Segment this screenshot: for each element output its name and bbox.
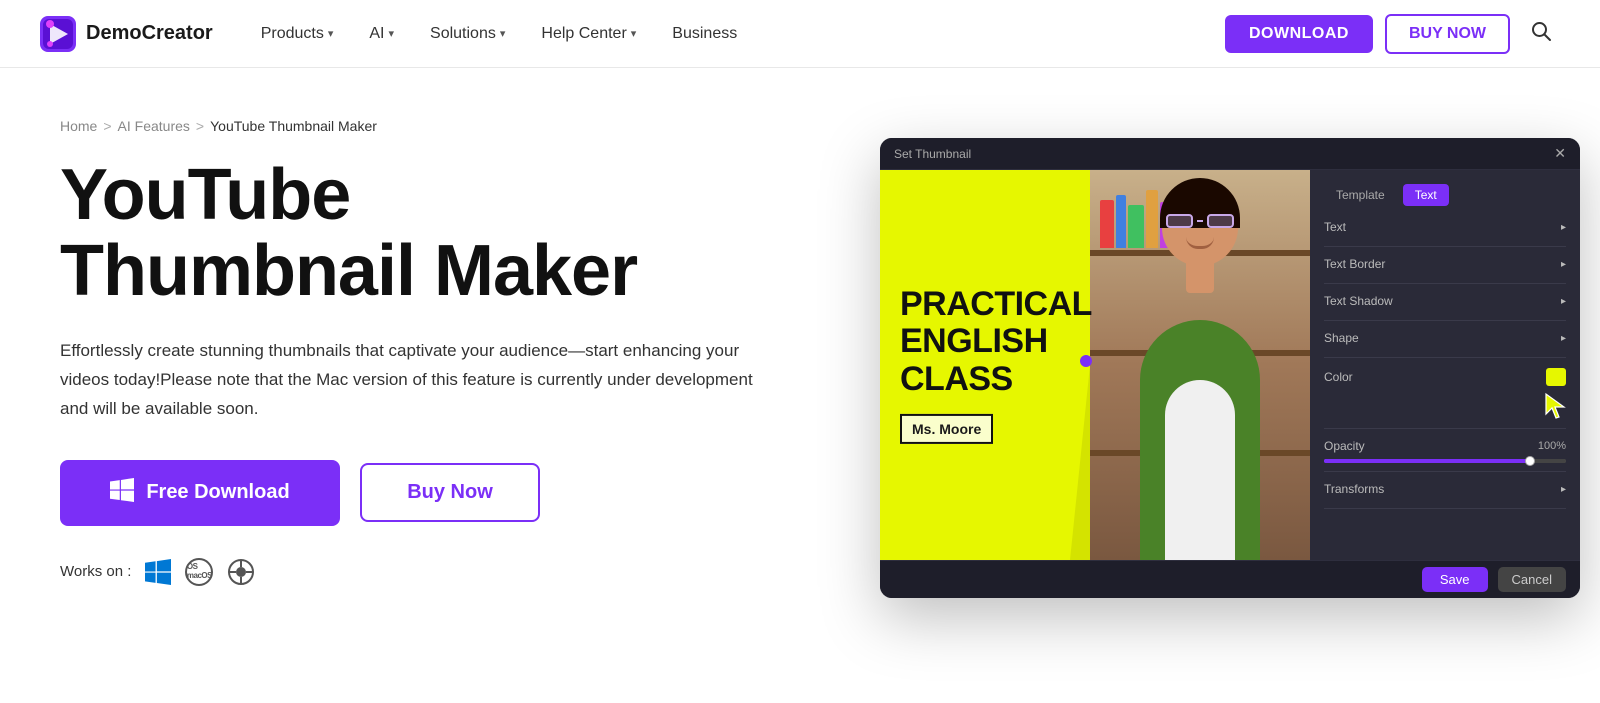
windows-icon bbox=[110, 478, 134, 508]
color-swatch[interactable] bbox=[1546, 368, 1566, 386]
text-section: Text ▸ bbox=[1324, 220, 1566, 247]
color-label: Color bbox=[1324, 368, 1566, 386]
solutions-chevron-icon: ▾ bbox=[500, 27, 506, 40]
logo-link[interactable]: DemoCreator bbox=[40, 16, 213, 52]
free-download-button[interactable]: Free Download bbox=[60, 460, 340, 526]
thumb-subtitle: Ms. Moore bbox=[900, 414, 993, 444]
page-title: YouTube Thumbnail Maker bbox=[60, 158, 820, 309]
nav-business[interactable]: Business bbox=[656, 17, 753, 51]
text-shadow-label: Text Shadow ▸ bbox=[1324, 294, 1566, 308]
app-screenshot: Set Thumbnail ✕ bbox=[880, 138, 1580, 598]
buy-now-button[interactable]: Buy Now bbox=[360, 463, 540, 522]
opacity-label: Opacity 100% bbox=[1324, 439, 1566, 453]
shape-label: Shape ▸ bbox=[1324, 331, 1566, 345]
app-body: PRACTICAL ENGLISH CLASS Ms. Moore Templa… bbox=[880, 170, 1580, 560]
person-silhouette bbox=[1120, 170, 1280, 560]
text-shadow-section: Text Shadow ▸ bbox=[1324, 294, 1566, 321]
logo-text: DemoCreator bbox=[86, 22, 213, 45]
breadcrumb: Home > AI Features > YouTube Thumbnail M… bbox=[60, 118, 820, 134]
breadcrumb-ai-features[interactable]: AI Features bbox=[118, 118, 190, 134]
thumbnail-text-overlay: PRACTICAL ENGLISH CLASS Ms. Moore bbox=[900, 286, 1092, 444]
text-border-expand-icon[interactable]: ▸ bbox=[1561, 259, 1566, 270]
macos-icon: OSmacOS bbox=[185, 558, 213, 586]
navbar: DemoCreator Products ▾ AI ▾ Solutions ▾ … bbox=[0, 0, 1600, 68]
page-description: Effortlessly create stunning thumbnails … bbox=[60, 337, 760, 424]
shape-section: Shape ▸ bbox=[1324, 331, 1566, 358]
windows-os-icon bbox=[145, 559, 171, 585]
app-titlebar-text: Set Thumbnail bbox=[894, 147, 971, 161]
windows-logo-icon bbox=[110, 478, 134, 502]
selection-handle bbox=[1080, 355, 1092, 367]
cta-buttons: Free Download Buy Now bbox=[60, 460, 820, 526]
text-label: Text ▸ bbox=[1324, 220, 1566, 234]
text-tab[interactable]: Text bbox=[1403, 184, 1449, 206]
transforms-section: Transforms ▸ bbox=[1324, 482, 1566, 509]
text-border-label: Text Border ▸ bbox=[1324, 257, 1566, 271]
color-section: Color bbox=[1324, 368, 1566, 429]
nav-products[interactable]: Products ▾ bbox=[245, 17, 350, 51]
nav-solutions[interactable]: Solutions ▾ bbox=[414, 17, 521, 51]
search-icon bbox=[1530, 20, 1552, 42]
page-content: Home > AI Features > YouTube Thumbnail M… bbox=[0, 68, 1600, 638]
thumbnail-preview: PRACTICAL ENGLISH CLASS Ms. Moore bbox=[880, 170, 1310, 560]
cursor-icon bbox=[1544, 392, 1566, 420]
opacity-slider[interactable] bbox=[1324, 459, 1566, 463]
works-on-label: Works on : bbox=[60, 563, 131, 580]
help-chevron-icon: ▾ bbox=[631, 27, 637, 40]
save-button[interactable]: Save bbox=[1422, 567, 1488, 592]
cancel-button[interactable]: Cancel bbox=[1498, 567, 1566, 592]
breadcrumb-home[interactable]: Home bbox=[60, 118, 97, 134]
breadcrumb-sep-2: > bbox=[196, 118, 204, 134]
nav-ai[interactable]: AI ▾ bbox=[353, 17, 410, 51]
template-tab[interactable]: Template bbox=[1324, 184, 1397, 206]
text-shadow-expand-icon[interactable]: ▸ bbox=[1561, 296, 1566, 307]
search-button[interactable] bbox=[1522, 16, 1560, 52]
nav-actions: DOWNLOAD BUY NOW bbox=[1225, 14, 1560, 54]
person-area bbox=[1090, 170, 1310, 560]
text-expand-icon[interactable]: ▸ bbox=[1561, 222, 1566, 233]
products-chevron-icon: ▾ bbox=[328, 27, 334, 40]
right-panel: Set Thumbnail ✕ bbox=[880, 138, 1580, 598]
settings-tabs: Template Text bbox=[1324, 184, 1566, 206]
app-settings-panel: Template Text Text ▸ Text Border bbox=[1310, 170, 1580, 560]
transforms-label: Transforms ▸ bbox=[1324, 482, 1566, 496]
nav-help-center[interactable]: Help Center ▾ bbox=[525, 17, 652, 51]
app-titlebar: Set Thumbnail ✕ bbox=[880, 138, 1580, 170]
nav-buy-now-button[interactable]: BUY NOW bbox=[1385, 14, 1510, 54]
opacity-value: 100% bbox=[1538, 440, 1566, 452]
logo-icon bbox=[40, 16, 76, 52]
transforms-expand-icon[interactable]: ▸ bbox=[1561, 484, 1566, 495]
chrome-os-icon bbox=[227, 558, 255, 586]
left-panel: Home > AI Features > YouTube Thumbnail M… bbox=[60, 108, 820, 586]
opacity-section: Opacity 100% bbox=[1324, 439, 1566, 472]
nav-download-button[interactable]: DOWNLOAD bbox=[1225, 15, 1373, 53]
text-border-section: Text Border ▸ bbox=[1324, 257, 1566, 284]
thumb-main-text: PRACTICAL ENGLISH CLASS bbox=[900, 286, 1092, 398]
shape-expand-icon[interactable]: ▸ bbox=[1561, 333, 1566, 344]
breadcrumb-current: YouTube Thumbnail Maker bbox=[210, 118, 377, 134]
breadcrumb-sep-1: > bbox=[103, 118, 111, 134]
app-footer: Save Cancel bbox=[880, 560, 1580, 598]
ai-chevron-icon: ▾ bbox=[389, 27, 395, 40]
app-close-button[interactable]: ✕ bbox=[1554, 145, 1566, 162]
works-on: Works on : OSmacOS bbox=[60, 558, 820, 586]
nav-links: Products ▾ AI ▾ Solutions ▾ Help Center … bbox=[245, 17, 1225, 51]
